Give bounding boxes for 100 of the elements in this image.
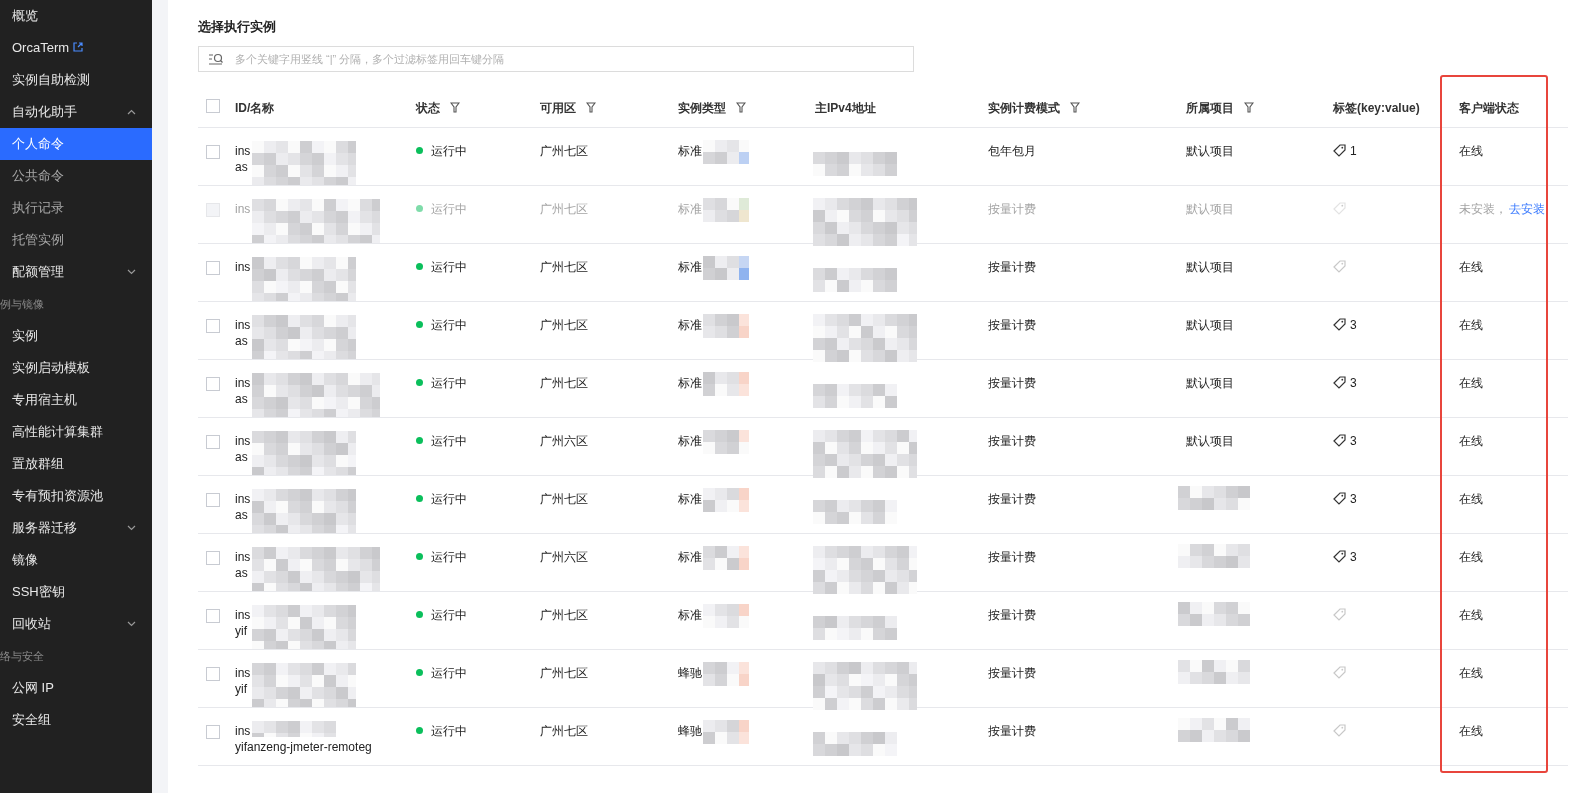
- filter-icon[interactable]: [586, 101, 596, 113]
- sidebar-item[interactable]: 自动化助手: [0, 96, 152, 128]
- tag-icon[interactable]: [1333, 491, 1346, 505]
- sidebar-item[interactable]: 托管实例: [0, 224, 152, 256]
- instance-id: ins: [235, 316, 251, 333]
- instance-name: yif: [235, 680, 247, 697]
- checkbox[interactable]: [206, 666, 220, 681]
- status-text: 运行中: [416, 375, 467, 390]
- sidebar-item[interactable]: 专用宿主机: [0, 384, 152, 416]
- client-status: 未安装，: [1459, 201, 1507, 216]
- checkbox[interactable]: [206, 492, 220, 507]
- search-field[interactable]: 多个关键字用竖线 “|” 分隔，多个过滤标签用回车键分隔: [198, 46, 914, 72]
- instance-name: yif: [235, 622, 247, 639]
- column-header: 可用区: [540, 100, 576, 115]
- chevron-icon: [127, 621, 136, 627]
- sidebar-item[interactable]: 镜像: [0, 544, 152, 576]
- billing-mode: 按量计费: [988, 549, 1036, 564]
- sidebar-item[interactable]: 回收站: [0, 608, 152, 640]
- column-header: 状态: [416, 100, 440, 115]
- checkbox[interactable]: [206, 99, 220, 114]
- sidebar-item[interactable]: 公网 IP: [0, 672, 152, 704]
- project-name: 默认项目: [1186, 375, 1234, 390]
- instance-type: 标准: [678, 201, 702, 216]
- instance-name: as: [235, 448, 248, 465]
- sidebar-item[interactable]: 个人命令: [0, 128, 152, 160]
- pixelated-block: [703, 603, 749, 628]
- zone-text: 广州七区: [540, 143, 588, 158]
- sidebar-item[interactable]: 专有预扣资源池: [0, 480, 152, 512]
- tag-count: 3: [1350, 375, 1357, 390]
- tag-icon[interactable]: [1333, 375, 1346, 389]
- checkbox[interactable]: [206, 318, 220, 333]
- zone-text: 广州七区: [540, 201, 588, 216]
- zone-text: 广州七区: [540, 665, 588, 680]
- instance-type: 标准: [678, 375, 702, 390]
- tag-icon: [1333, 723, 1346, 737]
- pixelated-block: [1178, 601, 1250, 626]
- checkbox[interactable]: [206, 608, 220, 623]
- column-header: ID/名称: [235, 100, 275, 115]
- client-status: 在线: [1459, 433, 1483, 448]
- sidebar-item[interactable]: 实例: [0, 320, 152, 352]
- filter-icon[interactable]: [736, 101, 746, 113]
- checkbox[interactable]: [206, 376, 220, 391]
- column-header: 标签(key:value): [1333, 100, 1420, 115]
- status-text: 运行中: [416, 723, 467, 738]
- checkbox[interactable]: [206, 434, 220, 449]
- status-dot: [416, 378, 423, 386]
- project-name: 默认项目: [1186, 143, 1234, 158]
- client-status: 在线: [1459, 491, 1483, 506]
- filter-icon[interactable]: [1070, 101, 1080, 113]
- status-dot: [416, 726, 423, 734]
- instance-type: 蜂驰: [678, 723, 702, 738]
- checkbox[interactable]: [206, 550, 220, 565]
- sidebar-item[interactable]: 概览: [0, 0, 152, 32]
- status-dot: [416, 204, 423, 212]
- pixelated-block: [1178, 485, 1250, 510]
- status-dot: [416, 436, 423, 444]
- tag-icon[interactable]: [1333, 549, 1346, 563]
- sidebar-item[interactable]: 配额管理: [0, 256, 152, 288]
- sidebar-item[interactable]: 执行记录: [0, 192, 152, 224]
- tag-icon[interactable]: [1333, 143, 1346, 157]
- pixelated-block: [703, 487, 749, 512]
- sidebar-item[interactable]: 高性能计算集群: [0, 416, 152, 448]
- sidebar-item[interactable]: 公共命令: [0, 160, 152, 192]
- sidebar-item[interactable]: 实例启动模板: [0, 352, 152, 384]
- sidebar-item[interactable]: 置放群组: [0, 448, 152, 480]
- filter-icon[interactable]: [1244, 101, 1254, 113]
- sidebar-item[interactable]: 实例自助检测: [0, 64, 152, 96]
- status-text: 运行中: [416, 607, 467, 622]
- billing-mode: 按量计费: [988, 259, 1036, 274]
- billing-mode: 按量计费: [988, 607, 1036, 622]
- column-header: 实例计费模式: [988, 100, 1060, 115]
- instance-id: ins: [235, 606, 251, 623]
- project-name: 默认项目: [1186, 201, 1234, 216]
- sidebar-item[interactable]: 安全组: [0, 704, 152, 736]
- zone-text: 广州七区: [540, 607, 588, 622]
- pixelated-block: [703, 719, 749, 744]
- zone-text: 广州七区: [540, 723, 588, 738]
- tag-count: 3: [1350, 491, 1357, 506]
- status-dot: [416, 668, 423, 676]
- sidebar-item[interactable]: 服务器迁移: [0, 512, 152, 544]
- status-dot: [416, 320, 423, 328]
- checkbox[interactable]: [206, 724, 220, 739]
- tag-icon[interactable]: [1333, 433, 1346, 447]
- tag-icon[interactable]: [1333, 317, 1346, 331]
- project-name: 默认项目: [1186, 317, 1234, 332]
- pixelated-block: [703, 429, 749, 454]
- filter-icon[interactable]: [450, 101, 460, 113]
- status-text: 运行中: [416, 317, 467, 332]
- instance-type: 标准: [678, 607, 702, 622]
- sidebar-item[interactable]: SSH密钥: [0, 576, 152, 608]
- tag-icon: [1333, 201, 1346, 215]
- column-header: 所属项目: [1186, 100, 1234, 115]
- billing-mode: 按量计费: [988, 723, 1036, 738]
- checkbox[interactable]: [206, 144, 220, 159]
- tag-count: 1: [1350, 143, 1357, 158]
- instance-type: 标准: [678, 433, 702, 448]
- billing-mode: 按量计费: [988, 375, 1036, 390]
- tag-icon: [1333, 607, 1346, 621]
- checkbox[interactable]: [206, 260, 220, 275]
- sidebar-item[interactable]: OrcaTerm: [0, 32, 152, 64]
